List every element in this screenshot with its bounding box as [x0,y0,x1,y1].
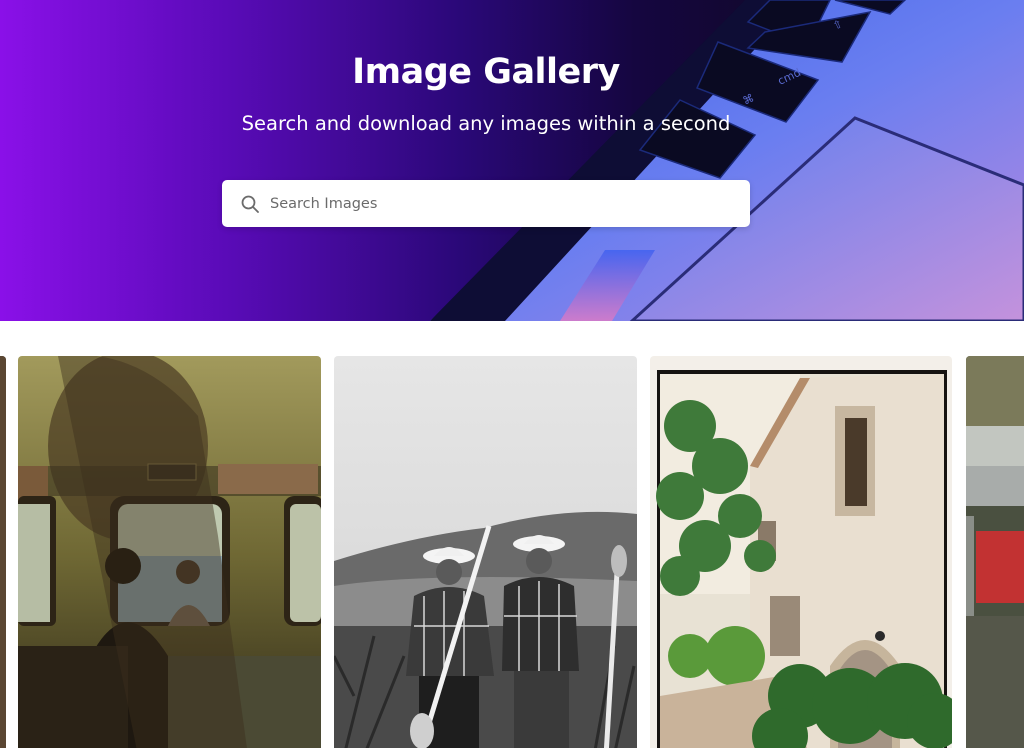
page-subtitle: Search and download any images within a … [241,112,731,135]
image-card-partial-right[interactable] [966,356,1024,748]
laptop-background-image: ⌘ cmd ⇧ [430,0,1024,321]
hero-banner: ⌘ cmd ⇧ Image Gallery Search and downloa… [0,0,1024,321]
image-card-partial-left[interactable] [0,356,6,748]
search-icon [240,194,260,214]
page-title: Image Gallery [352,52,620,92]
image-card-train-window[interactable] [18,356,321,748]
image-card-two-farmers[interactable] [334,356,637,748]
search-input[interactable] [270,195,710,212]
image-card-stone-house[interactable] [650,356,952,748]
image-gallery-grid [0,321,1024,748]
search-box[interactable] [222,180,750,227]
